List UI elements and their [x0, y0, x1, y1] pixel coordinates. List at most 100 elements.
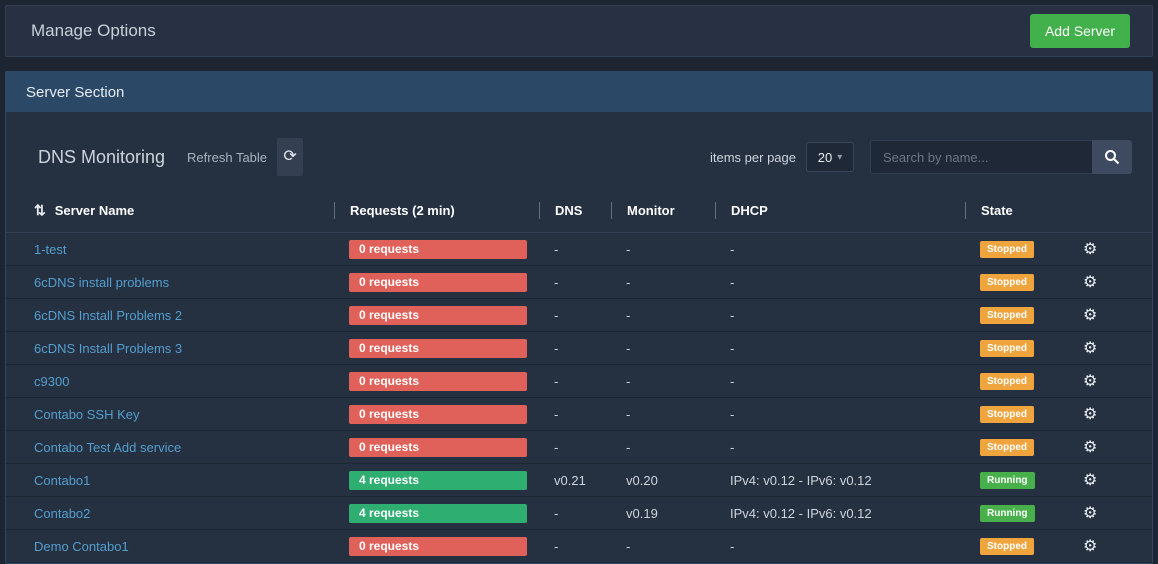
- gear-icon[interactable]: ⚙: [1083, 505, 1097, 522]
- monitor-value: -: [611, 407, 715, 422]
- monitor-value: v0.19: [611, 506, 715, 521]
- table-toolbar: DNS Monitoring Refresh Table ⟳ items per…: [6, 138, 1152, 176]
- col-header-monitor: Monitor: [611, 202, 715, 219]
- sort-icon[interactable]: ⇅: [34, 202, 46, 219]
- gear-icon[interactable]: ⚙: [1083, 241, 1097, 258]
- dhcp-value: -: [715, 440, 965, 455]
- server-name-link[interactable]: 6cDNS Install Problems 2: [34, 308, 182, 323]
- requests-badge: 0 requests: [349, 405, 527, 424]
- requests-badge: 0 requests: [349, 372, 527, 391]
- actions-cell: ⚙: [1077, 338, 1136, 358]
- dhcp-value: -: [715, 374, 965, 389]
- dhcp-value: -: [715, 275, 965, 290]
- panel-body: DNS Monitoring Refresh Table ⟳ items per…: [6, 112, 1152, 563]
- monitor-value: -: [611, 341, 715, 356]
- gear-icon[interactable]: ⚙: [1083, 307, 1097, 324]
- server-name-link[interactable]: Contabo SSH Key: [34, 407, 140, 422]
- state-badge: Stopped: [980, 439, 1034, 456]
- col-header-dhcp: DHCP: [715, 202, 965, 219]
- search-button[interactable]: [1092, 140, 1132, 174]
- search-input[interactable]: [870, 140, 1092, 174]
- dhcp-value: -: [715, 308, 965, 323]
- search-box: [870, 140, 1132, 174]
- gear-icon[interactable]: ⚙: [1083, 340, 1097, 357]
- server-name-cell: Contabo Test Add service: [34, 440, 334, 455]
- table-row: 6cDNS Install Problems 20 requests---Sto…: [6, 299, 1152, 332]
- server-name-link[interactable]: 6cDNS install problems: [34, 275, 169, 290]
- dhcp-value: -: [715, 341, 965, 356]
- gear-icon[interactable]: ⚙: [1083, 373, 1097, 390]
- requests-cell: 0 requests: [334, 405, 539, 424]
- requests-cell: 0 requests: [334, 372, 539, 391]
- table-row: Contabo24 requests-v0.19IPv4: v0.12 - IP…: [6, 497, 1152, 530]
- table-row: 6cDNS Install Problems 30 requests---Sto…: [6, 332, 1152, 365]
- server-name-cell: 6cDNS install problems: [34, 275, 334, 290]
- state-badge: Stopped: [980, 307, 1034, 324]
- state-badge: Stopped: [980, 538, 1034, 555]
- requests-badge: 0 requests: [349, 240, 527, 259]
- table-header-row: ⇅ Server Name Requests (2 min) DNS Monit…: [6, 202, 1152, 233]
- server-name-cell: Contabo2: [34, 506, 334, 521]
- dns-value: -: [539, 374, 611, 389]
- refresh-icon: ⟳: [283, 148, 296, 165]
- state-cell: Stopped: [965, 306, 1077, 324]
- state-cell: Running: [965, 504, 1077, 522]
- dhcp-value: -: [715, 242, 965, 257]
- requests-cell: 0 requests: [334, 339, 539, 358]
- gear-icon[interactable]: ⚙: [1083, 274, 1097, 291]
- add-server-button[interactable]: Add Server: [1030, 14, 1130, 48]
- requests-badge: 4 requests: [349, 504, 527, 523]
- dns-value: -: [539, 341, 611, 356]
- state-badge: Stopped: [980, 340, 1034, 357]
- requests-badge: 4 requests: [349, 471, 527, 490]
- requests-cell: 0 requests: [334, 537, 539, 556]
- dns-value: -: [539, 308, 611, 323]
- state-cell: Stopped: [965, 273, 1077, 291]
- col-header-state: State: [965, 202, 1077, 219]
- table-row: c93000 requests---Stopped⚙: [6, 365, 1152, 398]
- server-name-cell: 6cDNS Install Problems 3: [34, 341, 334, 356]
- dhcp-value: -: [715, 407, 965, 422]
- server-name-link[interactable]: c9300: [34, 374, 69, 389]
- refresh-table-label: Refresh Table: [187, 150, 267, 165]
- state-cell: Stopped: [965, 438, 1077, 456]
- requests-badge: 0 requests: [349, 306, 527, 325]
- requests-cell: 0 requests: [334, 240, 539, 259]
- dns-value: v0.21: [539, 473, 611, 488]
- monitor-value: -: [611, 539, 715, 554]
- table-row: Demo Contabo10 requests---Stopped⚙: [6, 530, 1152, 563]
- col-header-server-name[interactable]: ⇅ Server Name: [34, 202, 334, 219]
- refresh-button[interactable]: ⟳: [277, 138, 303, 176]
- gear-icon[interactable]: ⚙: [1083, 472, 1097, 489]
- server-name-cell: Demo Contabo1: [34, 539, 334, 554]
- requests-badge: 0 requests: [349, 537, 527, 556]
- state-badge: Running: [980, 472, 1035, 489]
- dhcp-value: IPv4: v0.12 - IPv6: v0.12: [715, 473, 965, 488]
- col-header-dns: DNS: [539, 202, 611, 219]
- items-per-page-select[interactable]: 20 ▾: [806, 142, 854, 172]
- gear-icon[interactable]: ⚙: [1083, 538, 1097, 555]
- gear-icon[interactable]: ⚙: [1083, 439, 1097, 456]
- server-name-link[interactable]: Demo Contabo1: [34, 539, 129, 554]
- server-section-panel: Server Section DNS Monitoring Refresh Ta…: [5, 71, 1153, 564]
- requests-cell: 0 requests: [334, 273, 539, 292]
- monitor-value: v0.20: [611, 473, 715, 488]
- requests-badge: 0 requests: [349, 438, 527, 457]
- server-name-link[interactable]: Contabo Test Add service: [34, 440, 181, 455]
- dns-value: -: [539, 407, 611, 422]
- state-cell: Running: [965, 471, 1077, 489]
- requests-cell: 0 requests: [334, 306, 539, 325]
- dns-value: -: [539, 242, 611, 257]
- gear-icon[interactable]: ⚙: [1083, 406, 1097, 423]
- server-name-link[interactable]: Contabo1: [34, 473, 90, 488]
- monitor-value: -: [611, 374, 715, 389]
- server-name-link[interactable]: Contabo2: [34, 506, 90, 521]
- server-name-link[interactable]: 1-test: [34, 242, 67, 257]
- server-name-link[interactable]: 6cDNS Install Problems 3: [34, 341, 182, 356]
- items-per-page-value: 20: [818, 150, 832, 165]
- actions-cell: ⚙: [1077, 536, 1136, 556]
- state-badge: Stopped: [980, 406, 1034, 423]
- actions-cell: ⚙: [1077, 503, 1136, 523]
- panel-title: Server Section: [26, 84, 124, 101]
- actions-cell: ⚙: [1077, 239, 1136, 259]
